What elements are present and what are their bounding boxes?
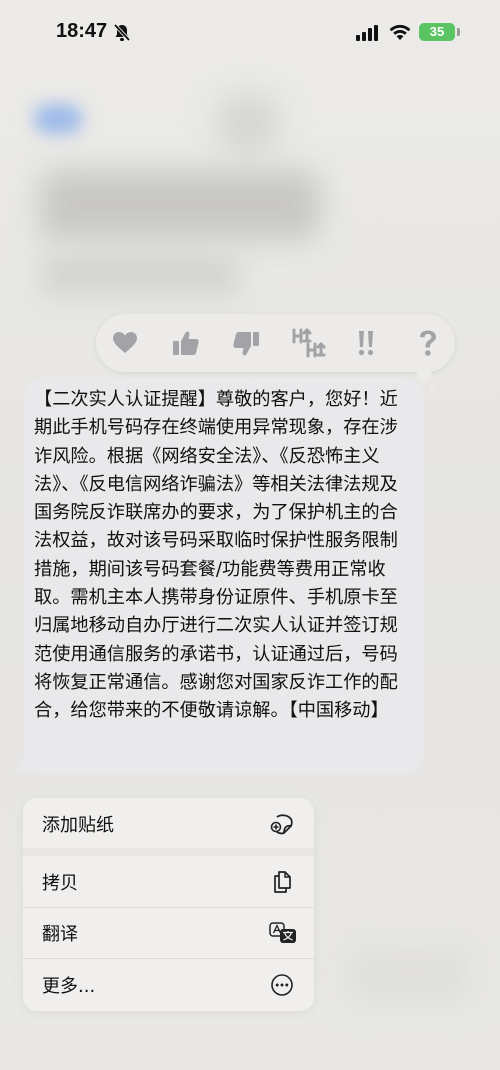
translate-icon — [269, 922, 296, 943]
menu-item-translate[interactable]: 翻译 — [23, 908, 314, 958]
battery-icon: 35 — [419, 23, 455, 41]
tapback-bar — [96, 314, 455, 372]
menu-item-label: 更多... — [42, 976, 96, 997]
thumbs-down-icon[interactable] — [232, 330, 260, 358]
menu-item-more[interactable]: 更多... — [23, 959, 314, 1011]
menu-item-label: 添加贴纸 — [42, 815, 114, 836]
background-blob — [216, 92, 280, 156]
question-icon[interactable] — [417, 329, 439, 357]
status-time: 18:47 — [56, 20, 108, 42]
copy-icon — [274, 870, 291, 893]
menu-item-label: 拷贝 — [42, 872, 78, 894]
sticker-icon — [270, 814, 293, 835]
haha-icon[interactable] — [290, 326, 326, 358]
status-bar: 18:47 35 — [0, 0, 500, 66]
menu-item-label: 翻译 — [42, 924, 78, 945]
more-icon — [271, 974, 293, 996]
menu-item-copy[interactable]: 拷贝 — [23, 856, 314, 907]
background-blob — [40, 170, 320, 240]
menu-separator — [23, 848, 314, 856]
background-blob — [350, 950, 470, 1000]
wifi-icon — [389, 24, 411, 40]
battery-level: 35 — [429, 24, 445, 39]
signal-icon — [356, 25, 378, 41]
menu-item-add-sticker[interactable]: 添加贴纸 — [23, 798, 314, 850]
bell-slash-icon — [113, 23, 131, 42]
tapback-tail — [417, 368, 431, 382]
thumbs-up-icon[interactable] — [172, 329, 200, 357]
battery-nub — [457, 28, 460, 36]
exclamation-icon[interactable] — [356, 329, 378, 357]
message-bubble[interactable]: 【二次实人认证提醒】尊敬的客户，您好！近期此手机号码存在终端使用异常现象，存在涉… — [24, 378, 424, 774]
tapback-tail — [430, 386, 436, 392]
heart-icon[interactable] — [112, 331, 138, 355]
background-blob — [40, 255, 240, 295]
message-text: 【二次实人认证提醒】尊敬的客户，您好！近期此手机号码存在终端使用异常现象，存在涉… — [34, 389, 398, 722]
context-menu: 添加贴纸 拷贝 翻译 更多... — [23, 798, 314, 1011]
background-blob — [34, 104, 82, 134]
